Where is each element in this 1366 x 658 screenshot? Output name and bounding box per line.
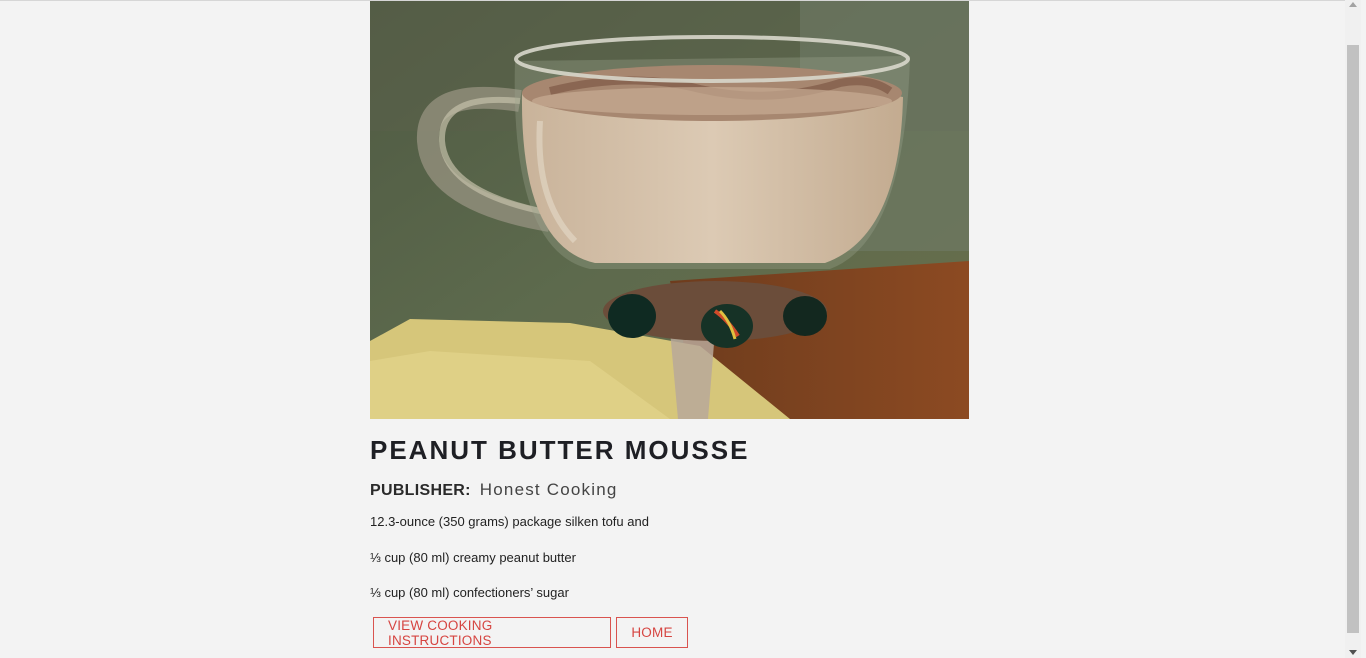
ingredient-list: 12.3-ounce (350 grams) package silken to…: [370, 513, 970, 602]
page: PEANUT BUTTER MOUSSE PUBLISHER: Honest C…: [0, 0, 1366, 658]
recipe-detail: PEANUT BUTTER MOUSSE PUBLISHER: Honest C…: [370, 1, 970, 620]
ingredient-item: ⅓ cup (80 ml) creamy peanut butter: [370, 549, 576, 565]
home-button[interactable]: HOME: [616, 617, 688, 648]
publisher-name: Honest Cooking: [479, 480, 618, 499]
scroll-down-icon[interactable]: [1349, 650, 1357, 655]
view-cooking-instructions-button[interactable]: VIEW COOKING INSTRUCTIONS: [373, 617, 611, 648]
ingredient-item: ⅓ cup (80 ml) confectioners’ sugar: [370, 585, 569, 600]
publisher-label: PUBLISHER:: [370, 482, 471, 499]
scroll-up-icon[interactable]: [1349, 2, 1357, 7]
scrollbar-thumb[interactable]: [1347, 45, 1359, 633]
recipe-image: [370, 1, 969, 419]
action-buttons: VIEW COOKING INSTRUCTIONS HOME: [373, 617, 688, 648]
ingredient-item: 12.3-ounce (350 grams) package silken to…: [370, 514, 649, 529]
vertical-scrollbar[interactable]: [1345, 0, 1361, 658]
recipe-title: PEANUT BUTTER MOUSSE: [370, 435, 750, 465]
window-edge: [1361, 0, 1366, 658]
publisher-row: PUBLISHER: Honest Cooking: [370, 480, 970, 504]
